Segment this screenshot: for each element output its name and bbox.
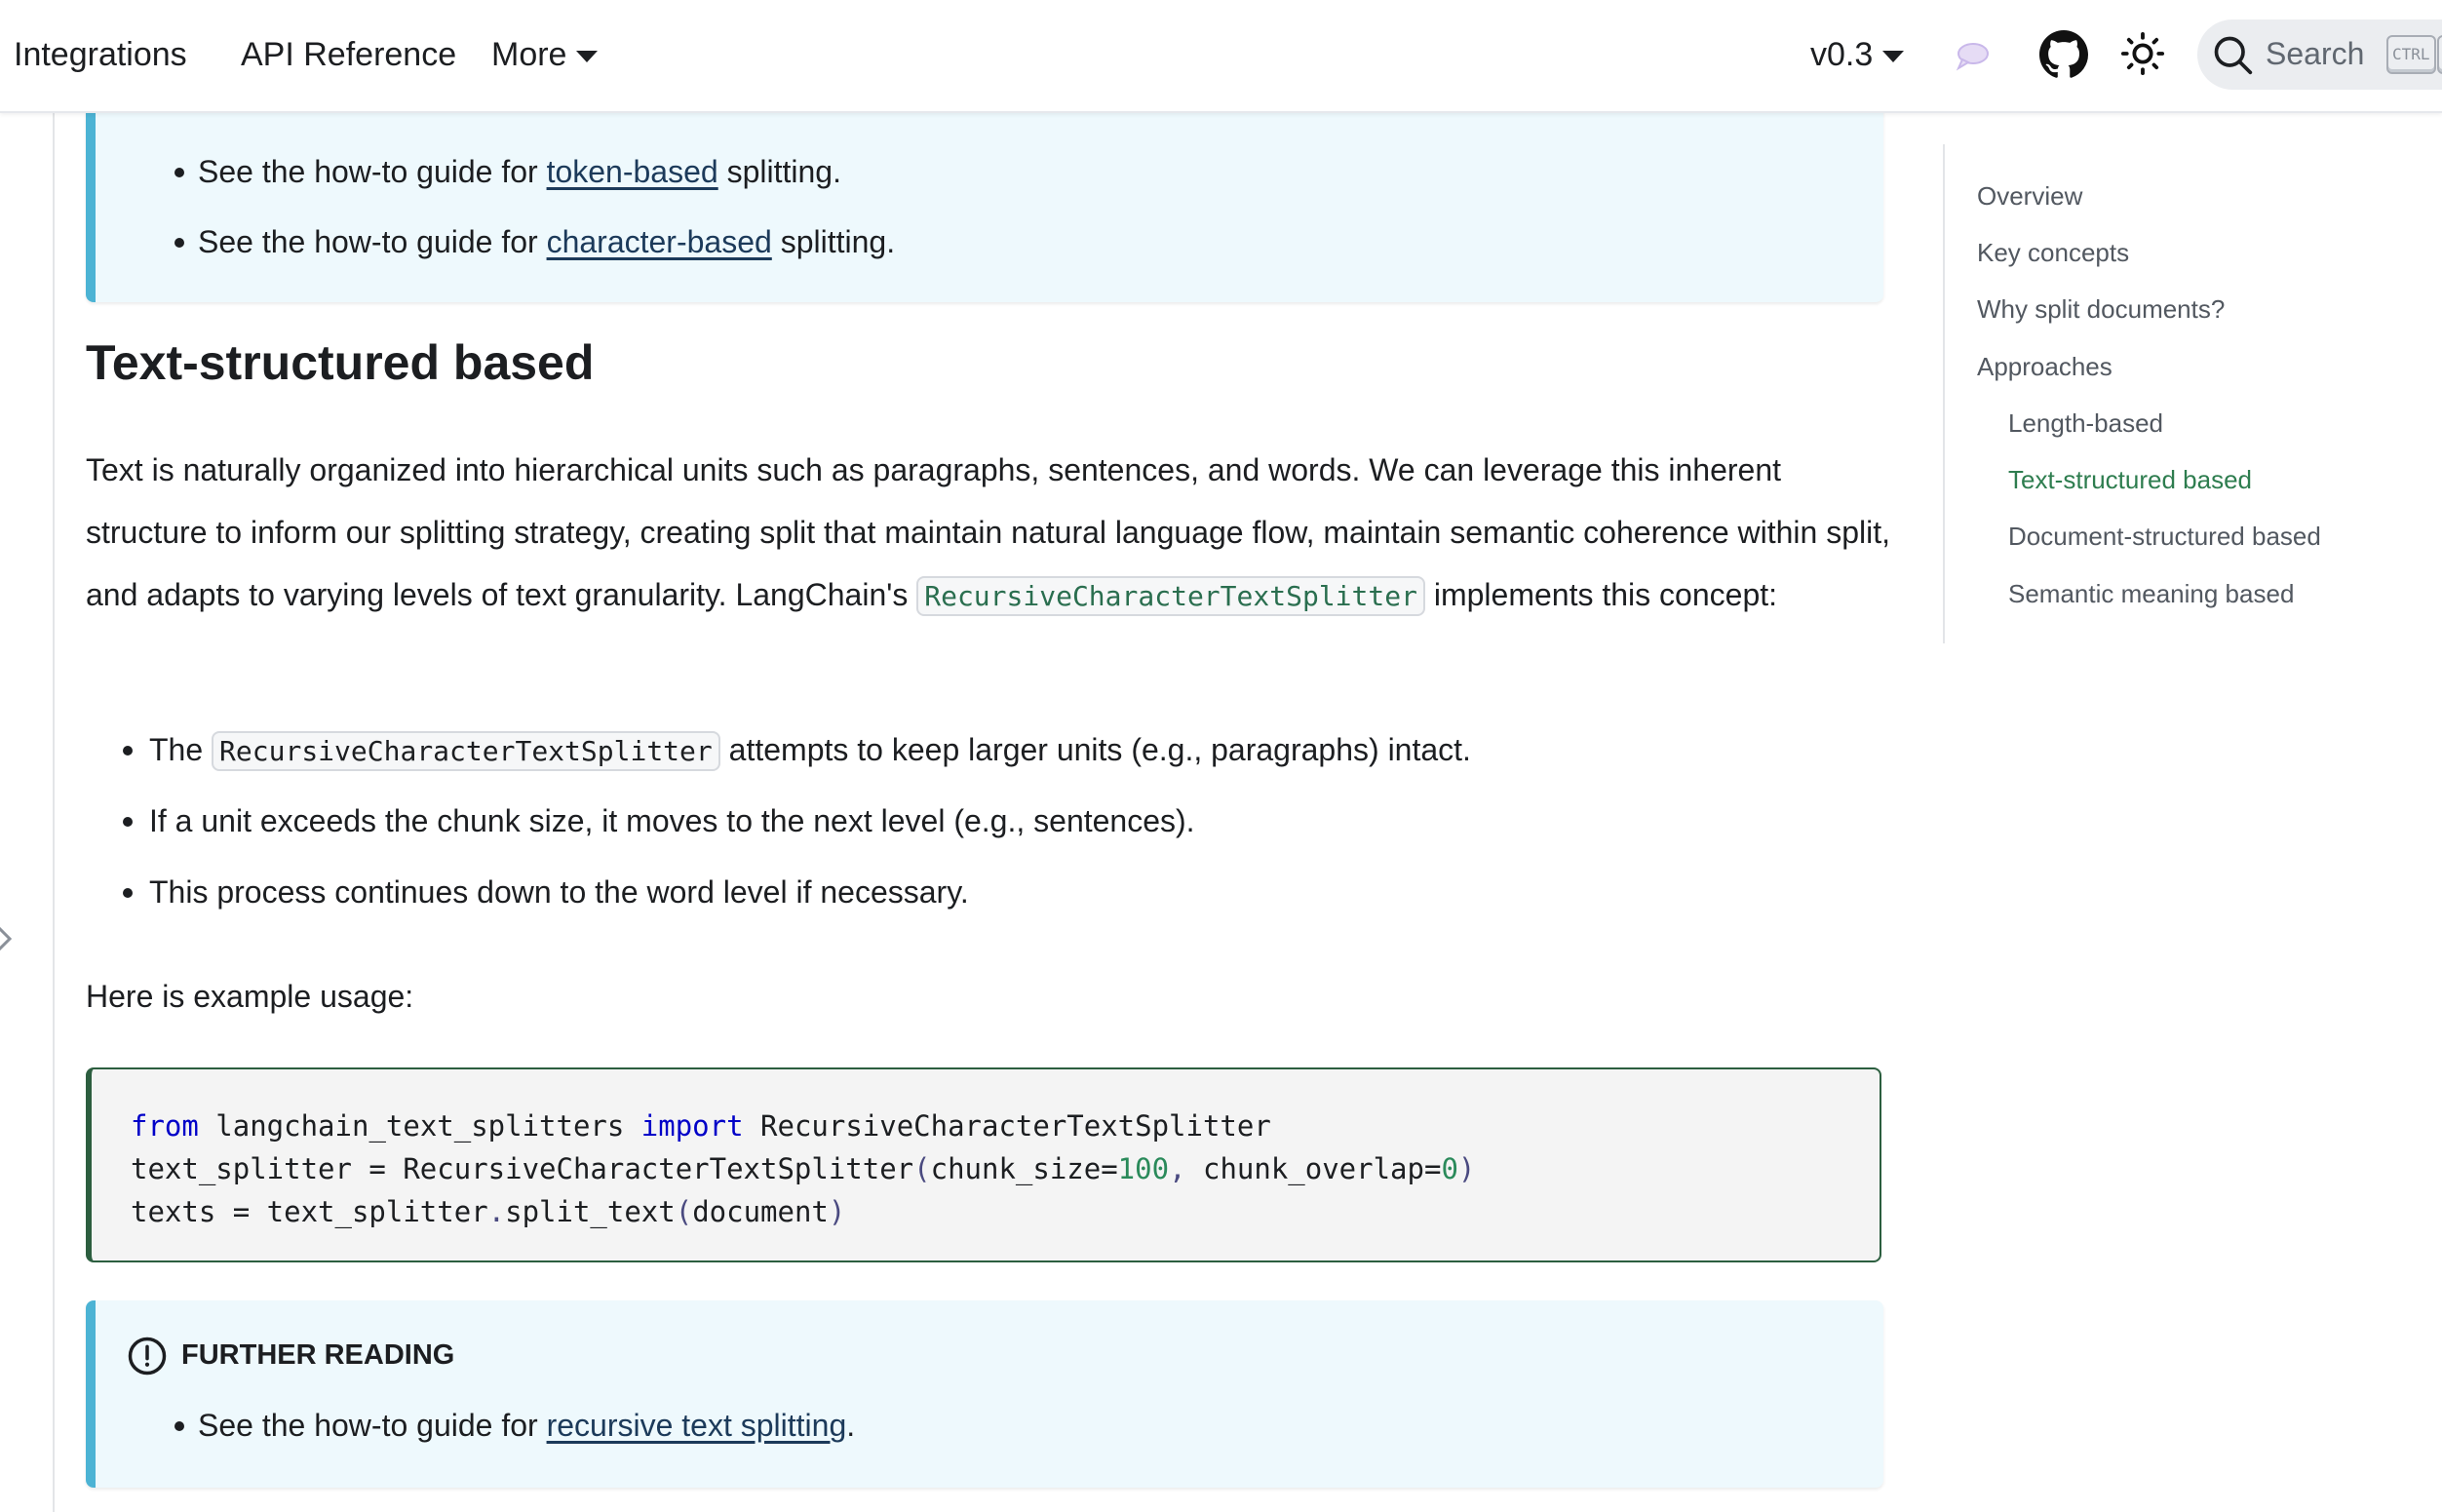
toc-item-length-based[interactable]: Length-based: [2008, 406, 2163, 441]
sun-icon[interactable]: [2120, 31, 2165, 81]
admonition-heading: FURTHER READING: [181, 1339, 455, 1371]
usage-text: Here is example usage:: [86, 979, 414, 1014]
github-icon[interactable]: [2039, 30, 2088, 84]
list-item: See the how-to guide for character-based…: [174, 218, 896, 265]
inline-code-link[interactable]: RecursiveCharacterTextSplitter: [916, 576, 1425, 616]
list-item: See the how-to guide for recursive text …: [174, 1402, 856, 1449]
code-punctuation: (: [913, 1152, 931, 1185]
list-item-text: If a unit exceeds the chunk size, it mov…: [149, 803, 1195, 838]
chevron-down-icon: [1882, 51, 1905, 63]
list-item-prefix: See the how-to guide for: [198, 1408, 547, 1443]
code-token: document: [692, 1195, 829, 1228]
code-punctuation: .: [487, 1195, 506, 1228]
toc-item-overview[interactable]: Overview: [1977, 178, 2082, 213]
list-item: If a unit exceeds the chunk size, it mov…: [86, 797, 1899, 869]
code-keyword: import: [640, 1109, 744, 1143]
paragraph-text-2: implements this concept:: [1424, 577, 1778, 612]
list-item: The RecursiveCharacterTextSplitter attem…: [86, 726, 1899, 797]
search-label: Search: [2266, 36, 2365, 71]
info-icon: [127, 1336, 168, 1381]
list-item-suffix: splitting.: [717, 154, 841, 189]
nav-integrations[interactable]: Integrations: [14, 31, 187, 78]
list-item-suffix: .: [846, 1408, 856, 1443]
version-dropdown[interactable]: v0.3: [1810, 31, 1905, 78]
list-item: See the how-to guide for token-based spl…: [174, 148, 841, 195]
kbd-ctrl: CTRL: [2386, 35, 2436, 74]
bullet-icon: [123, 817, 133, 827]
code-number: 100: [1117, 1152, 1170, 1185]
bullet-icon: [123, 888, 133, 898]
code-token: langchain_text_splitters: [198, 1109, 641, 1143]
code-token: chunk_size=: [930, 1152, 1118, 1185]
code-punctuation: (: [675, 1195, 693, 1228]
kbd-k: K: [2437, 35, 2442, 74]
bullet-icon: [174, 238, 184, 248]
link-token-based[interactable]: token-based: [547, 154, 718, 189]
chevron-down-icon: [576, 51, 599, 63]
toc-item-text-structured-based[interactable]: Text-structured based: [2008, 462, 2252, 497]
bullet-list: The RecursiveCharacterTextSplitter attem…: [86, 726, 1899, 940]
toc-divider: [1943, 144, 1945, 643]
version-label: v0.3: [1810, 36, 1874, 73]
code-token: text_splitter = RecursiveCharacterTextSp…: [131, 1152, 914, 1185]
list-item-suffix: splitting.: [771, 224, 896, 259]
nav-more-dropdown[interactable]: More: [491, 31, 599, 78]
expand-sidebar-chevron-icon[interactable]: [0, 921, 16, 961]
list-item-text: This process continues down to the word …: [149, 874, 969, 910]
toc-item-why-split-documents[interactable]: Why split documents?: [1977, 291, 2225, 327]
sidebar-collapsed-rail: [53, 113, 55, 1512]
list-item-prefix: See the how-to guide for: [198, 224, 547, 259]
section-paragraph: Text is naturally organized into hierarc…: [86, 439, 1899, 628]
toc-item-document-structured-based[interactable]: Document-structured based: [2008, 519, 2321, 554]
toc-item-key-concepts[interactable]: Key concepts: [1977, 235, 2129, 270]
admonition-further-reading-top: See the how-to guide for token-based spl…: [86, 72, 1883, 302]
section-heading: Text-structured based: [86, 335, 595, 390]
list-item-prefix: See the how-to guide for: [198, 154, 547, 189]
search-button[interactable]: Search CTRL K: [2197, 19, 2442, 90]
code-block[interactable]: from langchain_text_splitters import Rec…: [86, 1067, 1881, 1262]
nav-api-reference[interactable]: API Reference: [241, 31, 456, 78]
bullet-icon: [123, 746, 133, 756]
chat-bubble-icon[interactable]: [1955, 39, 1990, 77]
link-recursive-text-splitting[interactable]: recursive text splitting: [547, 1408, 847, 1443]
bullet-icon: [174, 168, 184, 177]
nav-more-label: More: [491, 36, 567, 73]
toc-item-semantic-meaning-based[interactable]: Semantic meaning based: [2008, 576, 2294, 611]
code-token: texts = text_splitter: [131, 1195, 488, 1228]
admonition-further-reading: FURTHER READING See the how-to guide for…: [86, 1300, 1883, 1488]
bullet-icon: [174, 1421, 184, 1431]
list-item-prefix: The: [149, 732, 213, 767]
search-icon: [2211, 33, 2254, 81]
code-keyword: from: [131, 1109, 199, 1143]
top-navbar: Integrations API Reference More v0.3 Sea…: [0, 0, 2442, 113]
code-punctuation: ): [828, 1195, 846, 1228]
list-item-suffix: attempts to keep larger units (e.g., par…: [719, 732, 1471, 767]
link-character-based[interactable]: character-based: [547, 224, 772, 259]
code-token: split_text: [505, 1195, 676, 1228]
code-punctuation: ,: [1169, 1152, 1186, 1185]
inline-code: RecursiveCharacterTextSplitter: [212, 731, 720, 771]
toc-item-approaches[interactable]: Approaches: [1977, 349, 2113, 384]
list-item: This process continues down to the word …: [86, 869, 1899, 940]
code-token: RecursiveCharacterTextSplitter: [743, 1109, 1271, 1143]
code-token: chunk_overlap=: [1185, 1152, 1442, 1185]
code-number: 0: [1441, 1152, 1458, 1185]
code-punctuation: ): [1457, 1152, 1476, 1185]
